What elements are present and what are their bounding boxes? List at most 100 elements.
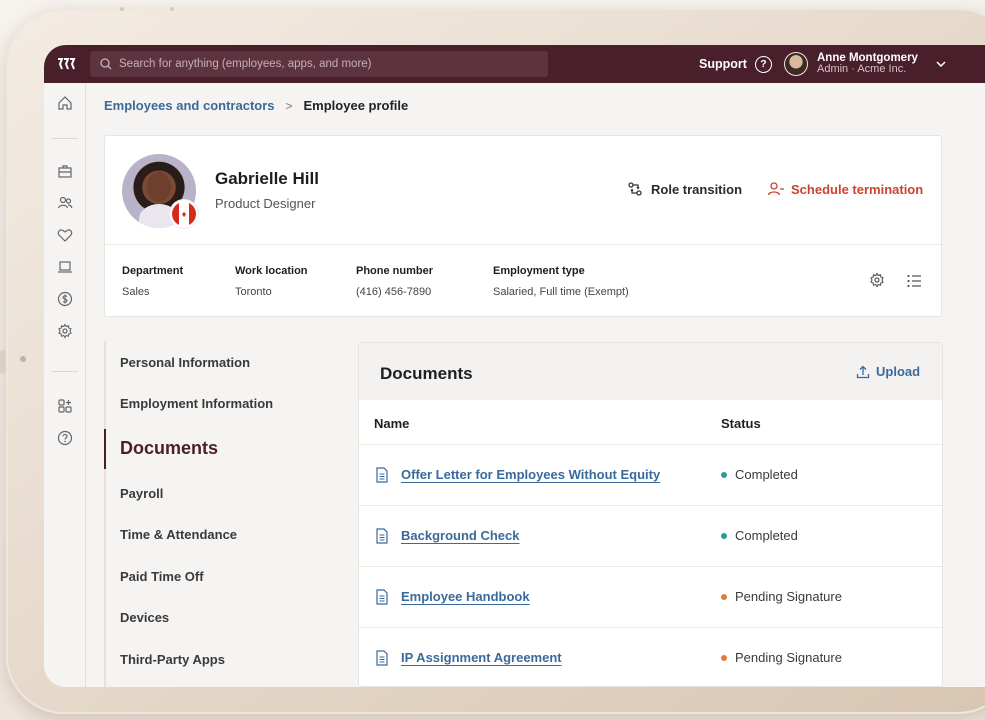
status-text: Completed (735, 528, 798, 543)
field-label: Work location (235, 265, 308, 277)
schedule-termination-label: Schedule termination (791, 181, 924, 197)
rail-divider (52, 138, 78, 139)
list-view-icon[interactable] (906, 273, 922, 294)
upload-button[interactable]: Upload (856, 364, 920, 379)
app-logo[interactable] (44, 45, 88, 83)
canada-flag-icon: ♦ (170, 200, 198, 228)
profile-card: ♦ Gabrielle Hill Product Designer Role t… (104, 135, 942, 317)
field-value: Sales (122, 286, 150, 298)
document-link[interactable]: Background Check (401, 528, 519, 543)
section-item-payroll[interactable]: Payroll (120, 486, 163, 501)
status-text: Pending Signature (735, 650, 842, 665)
top-sensor (120, 7, 124, 11)
heart-icon[interactable] (55, 225, 75, 245)
top-bar: Support ? Anne Montgomery Admin · Acme I… (44, 45, 985, 83)
employment-type-field: Employment type Salaried, Full time (Exe… (493, 265, 629, 298)
logo-icon (58, 58, 76, 70)
upload-label: Upload (876, 364, 921, 379)
table-row: IP Assignment Agreement Pending Signatur… (359, 627, 942, 687)
work-location-field: Work location Toronto (235, 265, 308, 298)
column-header-status: Status (721, 416, 761, 431)
search-icon (100, 58, 112, 70)
field-value: Salaried, Full time (Exempt) (493, 286, 629, 298)
status-dot (721, 654, 727, 661)
status-dot (721, 532, 727, 539)
table-row: Background Check Completed (359, 505, 942, 566)
rail-divider (52, 371, 78, 372)
document-link[interactable]: Employee Handbook (401, 589, 530, 604)
search-input[interactable] (119, 58, 519, 70)
user-remove-icon (767, 182, 784, 196)
status-badge: Pending Signature (721, 589, 842, 604)
avatar (784, 52, 808, 76)
field-label: Department (122, 265, 184, 277)
breadcrumb: Employees and contractors > Employee pro… (104, 98, 408, 113)
documents-title: Documents (380, 364, 473, 383)
field-value: (416) 456-7890 (356, 286, 432, 298)
status-badge: Pending Signature (721, 650, 842, 665)
documents-panel: Documents Upload Name Status Offer Lette… (358, 342, 943, 687)
field-label: Employment type (493, 265, 585, 277)
home-icon[interactable] (55, 93, 75, 113)
app-screen: Support ? Anne Montgomery Admin · Acme I… (44, 45, 985, 687)
section-item-documents[interactable]: Documents (120, 438, 218, 459)
dollar-icon[interactable] (55, 289, 75, 309)
section-item-time-attendance[interactable]: Time & Attendance (120, 527, 237, 542)
camera-dot (20, 356, 26, 362)
field-label: Phone number (356, 265, 434, 277)
user-menu[interactable]: Anne Montgomery Admin · Acme Inc. (784, 45, 946, 83)
breadcrumb-current: Employee profile (303, 98, 409, 113)
status-text: Pending Signature (735, 589, 842, 604)
apps-icon[interactable] (55, 396, 75, 416)
status-text: Completed (735, 467, 798, 482)
section-item-third-party-apps[interactable]: Third-Party Apps (120, 652, 225, 667)
card-divider (105, 244, 941, 245)
role-transition-button[interactable]: Role transition (627, 181, 742, 197)
active-indicator (104, 429, 106, 469)
briefcase-icon[interactable] (55, 161, 75, 181)
status-badge: Completed (721, 528, 798, 543)
help-icon[interactable] (55, 428, 75, 448)
global-search[interactable] (90, 51, 548, 77)
document-icon (375, 528, 389, 549)
section-item-personal-information[interactable]: Personal Information (120, 355, 250, 370)
icon-rail (44, 83, 86, 687)
document-icon (375, 589, 389, 610)
section-item-devices[interactable]: Devices (120, 610, 169, 625)
column-header-name: Name (374, 416, 410, 431)
section-nav: Personal Information Employment Informat… (104, 341, 344, 687)
phone-number-field: Phone number (416) 456-7890 (356, 265, 433, 298)
transition-icon (628, 182, 642, 196)
user-role: Admin · Acme Inc. (817, 63, 907, 76)
upload-icon (856, 365, 870, 378)
status-dot (721, 471, 727, 478)
help-circle-icon: ? (754, 55, 772, 73)
employee-name: Gabrielle Hill (215, 169, 319, 188)
gear-icon[interactable] (55, 321, 75, 341)
laptop-icon[interactable] (55, 257, 75, 277)
side-button (0, 350, 6, 374)
department-field: Department Sales (122, 265, 183, 298)
document-link[interactable]: IP Assignment Agreement (401, 650, 562, 665)
top-sensor (170, 7, 174, 11)
breadcrumb-parent-link[interactable]: Employees and contractors (104, 98, 275, 113)
role-transition-label: Role transition (651, 181, 743, 197)
field-value: Toronto (235, 286, 272, 298)
chevron-down-icon (936, 59, 946, 70)
employee-title: Product Designer (215, 196, 316, 211)
support-label: Support (699, 57, 747, 71)
support-button[interactable]: Support ? (699, 45, 772, 83)
table-row: Employee Handbook Pending Signature (359, 566, 942, 627)
status-dot (721, 593, 727, 600)
section-item-employment-information[interactable]: Employment Information (120, 396, 273, 411)
schedule-termination-button[interactable]: Schedule termination (767, 181, 923, 197)
section-item-paid-time-off[interactable]: Paid Time Off (120, 569, 204, 584)
document-icon (375, 467, 389, 488)
settings-gear-icon[interactable] (869, 272, 885, 293)
document-link[interactable]: Offer Letter for Employees Without Equit… (401, 467, 660, 482)
document-icon (375, 650, 389, 671)
status-badge: Completed (721, 467, 798, 482)
people-icon[interactable] (55, 193, 75, 213)
breadcrumb-separator: > (285, 98, 293, 113)
table-row: Offer Letter for Employees Without Equit… (359, 444, 942, 505)
